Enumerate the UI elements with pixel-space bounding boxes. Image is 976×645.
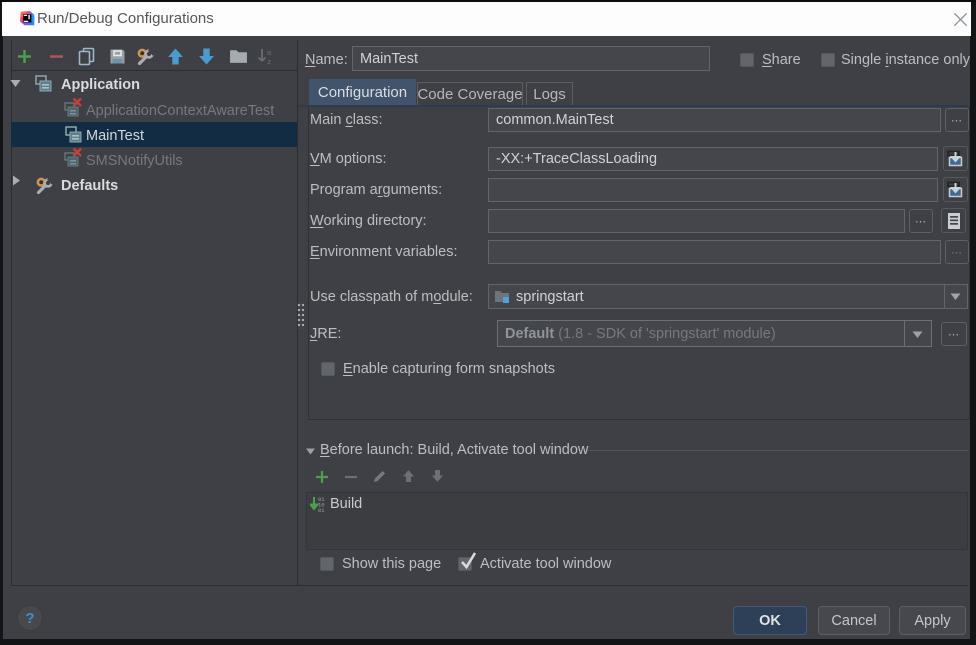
svg-text:z: z: [267, 59, 272, 65]
svg-text:01: 01: [318, 507, 325, 512]
svg-text:a: a: [267, 48, 272, 57]
